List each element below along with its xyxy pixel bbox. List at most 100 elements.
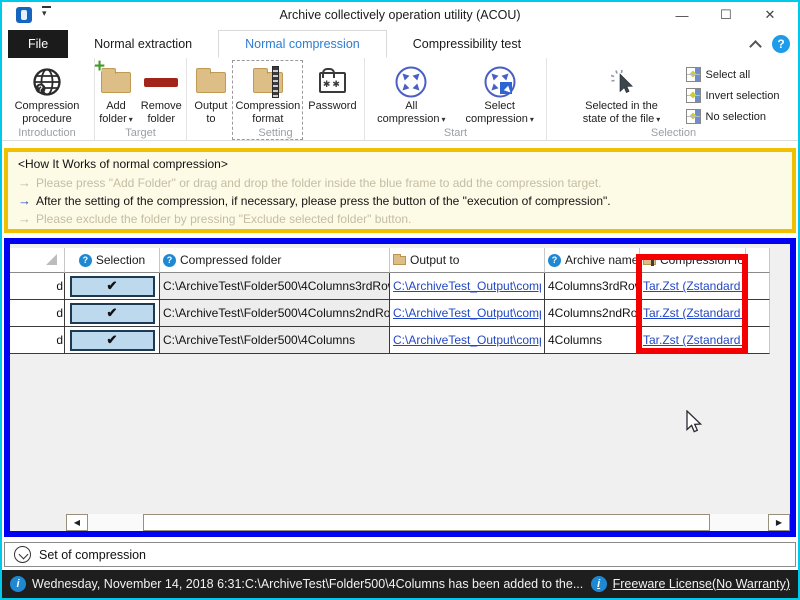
button-label: Remove [140, 100, 182, 112]
selection-cell[interactable]: ✔ [65, 300, 160, 327]
group-label-start: Start [443, 127, 468, 139]
checkbox-checked[interactable]: ✔ [69, 302, 155, 324]
help-icon: ? [163, 253, 176, 267]
folder-plus-icon: + [94, 57, 131, 100]
invert-selection-button[interactable]: Invert selection [685, 85, 780, 106]
tab-file[interactable]: File [8, 30, 69, 58]
svg-text:?: ? [38, 85, 43, 94]
select-all-button[interactable]: Select all [685, 64, 780, 85]
table-row: d ✔ C:\ArchiveTest\Folder500\4Columns2nd… [10, 300, 770, 327]
button-label: format [252, 113, 284, 125]
grid-select-icon [685, 67, 701, 82]
compression-format-cell: Tar.Zst (Zstandard Lv 03) [640, 300, 746, 327]
help-icon[interactable]: ? [772, 35, 790, 53]
compression-format-link[interactable]: Tar.Zst (Zstandard Lv 03) [643, 279, 742, 293]
arrow-icon: → [18, 211, 31, 226]
how-it-works-title: <How It Works of normal compression> [18, 157, 228, 171]
info-icon: i [590, 576, 607, 592]
button-label: Select [484, 100, 515, 112]
arrow-icon: → [18, 193, 31, 208]
expander-label: Set of compression [39, 547, 146, 562]
tab-normal-compression[interactable]: Normal compression [218, 30, 387, 58]
password-lock-icon: ✱✱ [318, 64, 346, 100]
compression-format-link[interactable]: Tar.Zst (Zstandard Lv 03) [643, 333, 742, 347]
button-label: Invert selection [705, 89, 780, 102]
arrow-icon: → [18, 175, 31, 190]
compressed-folder-cell: C:\ArchiveTest\Folder500\4Columns3rdRow [160, 273, 390, 300]
selection-cell[interactable]: ✔ [65, 327, 160, 354]
output-path-link[interactable]: C:\ArchiveTest_Output\comp [393, 306, 541, 320]
column-header-compressed-folder[interactable]: ? Compressed folder [160, 248, 390, 273]
button-label: compression ▾ [465, 113, 534, 125]
output-path-link[interactable]: C:\ArchiveTest_Output\comp [393, 333, 541, 347]
collapse-ribbon-icon[interactable] [749, 39, 762, 53]
no-selection-button[interactable]: No selection [685, 106, 780, 127]
table-row: d ✔ C:\ArchiveTest\Folder500\4Columns C:… [10, 327, 770, 354]
table-row: d ✔ C:\ArchiveTest\Folder500\4Columns3rd… [10, 273, 770, 300]
column-header-compression-format[interactable]: Compression format [640, 248, 746, 273]
quick-access-caret-icon[interactable]: ▾ [42, 6, 51, 18]
filler-cell [746, 300, 770, 327]
status-bar: i Wednesday, November 14, 2018 6:31:C:\A… [0, 570, 800, 598]
compress-select-icon [483, 64, 517, 100]
set-of-compression-expander[interactable]: Set of compression [4, 542, 796, 567]
how-it-works-panel: <How It Works of normal compression> → Pl… [4, 148, 796, 233]
corner-triangle-icon [46, 253, 57, 265]
select-all-corner[interactable] [10, 248, 65, 273]
column-header-filler [746, 248, 770, 273]
group-label-setting: Setting [258, 127, 293, 139]
chevron-down-icon [14, 546, 31, 563]
help-icon: ? [78, 253, 92, 267]
instruction-step: → After the setting of the compression, i… [18, 193, 611, 208]
folder-icon [195, 64, 226, 100]
compress-all-icon [394, 64, 428, 100]
column-header-selection[interactable]: ? Selection [65, 248, 160, 273]
row-header[interactable]: d [10, 300, 65, 327]
column-header-output-to[interactable]: Output to [390, 248, 545, 273]
minimize-button[interactable]: — [660, 0, 704, 30]
ribbon-group-introduction: ? Compression procedure Introduction [0, 58, 95, 140]
ribbon-group-selection: Selected in the state of the file ▾ Selec… [547, 58, 800, 140]
maximize-button[interactable]: ☐ [704, 0, 748, 30]
group-label-target: Target [125, 127, 156, 139]
grid-invert-icon [685, 88, 701, 103]
horizontal-scrollbar-thumb[interactable] [143, 514, 710, 531]
tab-compressibility-test[interactable]: Compressibility test [387, 30, 547, 58]
column-header-archive-name[interactable]: ? Archive name [545, 248, 640, 273]
button-label: Output [194, 100, 228, 112]
group-label-introduction: Introduction [18, 127, 76, 139]
app-icon [16, 7, 32, 23]
grid-clear-icon [685, 109, 701, 124]
folder-zip-icon [252, 64, 283, 100]
app-window: ▾ Archive collectively operation utility… [0, 0, 800, 600]
output-to-cell: C:\ArchiveTest_Output\comp [390, 300, 545, 327]
close-button[interactable]: ✕ [748, 0, 792, 30]
remove-bar-icon [144, 64, 179, 100]
ribbon-group-setting: Output to Compression format ✱✱ Password… [187, 58, 365, 140]
button-label: state of the file ▾ [582, 113, 661, 125]
checkbox-checked[interactable]: ✔ [69, 329, 155, 351]
scroll-left-button[interactable]: ◀ [66, 514, 88, 531]
help-icon: ? [548, 253, 561, 267]
button-label: Select all [705, 68, 751, 81]
freeware-license-link[interactable]: i Freeware License(No Warranty) [590, 576, 790, 592]
title-bar: ▾ Archive collectively operation utility… [0, 0, 800, 30]
tab-normal-extraction[interactable]: Normal extraction [68, 30, 218, 58]
row-header[interactable]: d [10, 273, 65, 300]
button-label: folder [147, 113, 176, 125]
compression-target-frame: ? Selection ? Compressed folder Output to … [4, 238, 796, 537]
button-label: Compression [235, 100, 301, 112]
button-label: Password [308, 100, 357, 112]
instruction-step: → Please exclude the folder by pressing "… [18, 211, 412, 226]
output-path-link[interactable]: C:\ArchiveTest_Output\comp [393, 279, 541, 293]
compression-format-cell: Tar.Zst (Zstandard Lv 03) [640, 273, 746, 300]
dropdown-caret-icon: ▾ [128, 115, 133, 124]
dropdown-caret-icon: ▾ [656, 115, 661, 124]
row-header[interactable]: d [10, 327, 65, 354]
checkbox-checked[interactable]: ✔ [69, 275, 155, 297]
button-label: to [206, 113, 216, 125]
filler-cell [746, 273, 770, 300]
selection-cell[interactable]: ✔ [65, 273, 160, 300]
compression-format-link[interactable]: Tar.Zst (Zstandard Lv 03) [643, 306, 742, 320]
scroll-right-button[interactable]: ▶ [768, 514, 790, 531]
